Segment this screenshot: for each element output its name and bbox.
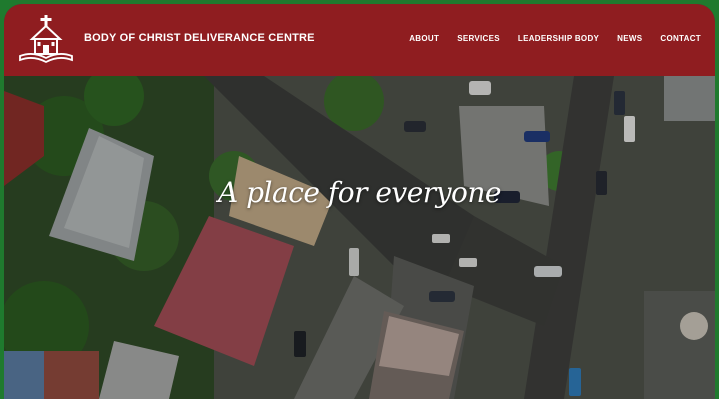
hero-section: A place for everyone <box>4 76 715 399</box>
nav-leadership-body[interactable]: LEADERSHIP BODY <box>518 34 599 43</box>
church-logo-icon[interactable] <box>16 14 76 66</box>
nav-news[interactable]: NEWS <box>617 34 642 43</box>
nav-services[interactable]: SERVICES <box>457 34 500 43</box>
hero-tagline: A place for everyone <box>218 176 501 209</box>
main-nav: ABOUT SERVICES LEADERSHIP BODY NEWS CONT… <box>391 34 701 43</box>
aerial-photo <box>4 76 715 399</box>
nav-contact[interactable]: CONTACT <box>660 34 701 43</box>
site-title[interactable]: BODY OF CHRIST DELIVERANCE CENTRE <box>84 32 315 44</box>
page-frame: BODY OF CHRIST DELIVERANCE CENTRE ABOUT … <box>4 4 715 399</box>
nav-about[interactable]: ABOUT <box>409 34 439 43</box>
site-header: BODY OF CHRIST DELIVERANCE CENTRE ABOUT … <box>4 4 715 76</box>
